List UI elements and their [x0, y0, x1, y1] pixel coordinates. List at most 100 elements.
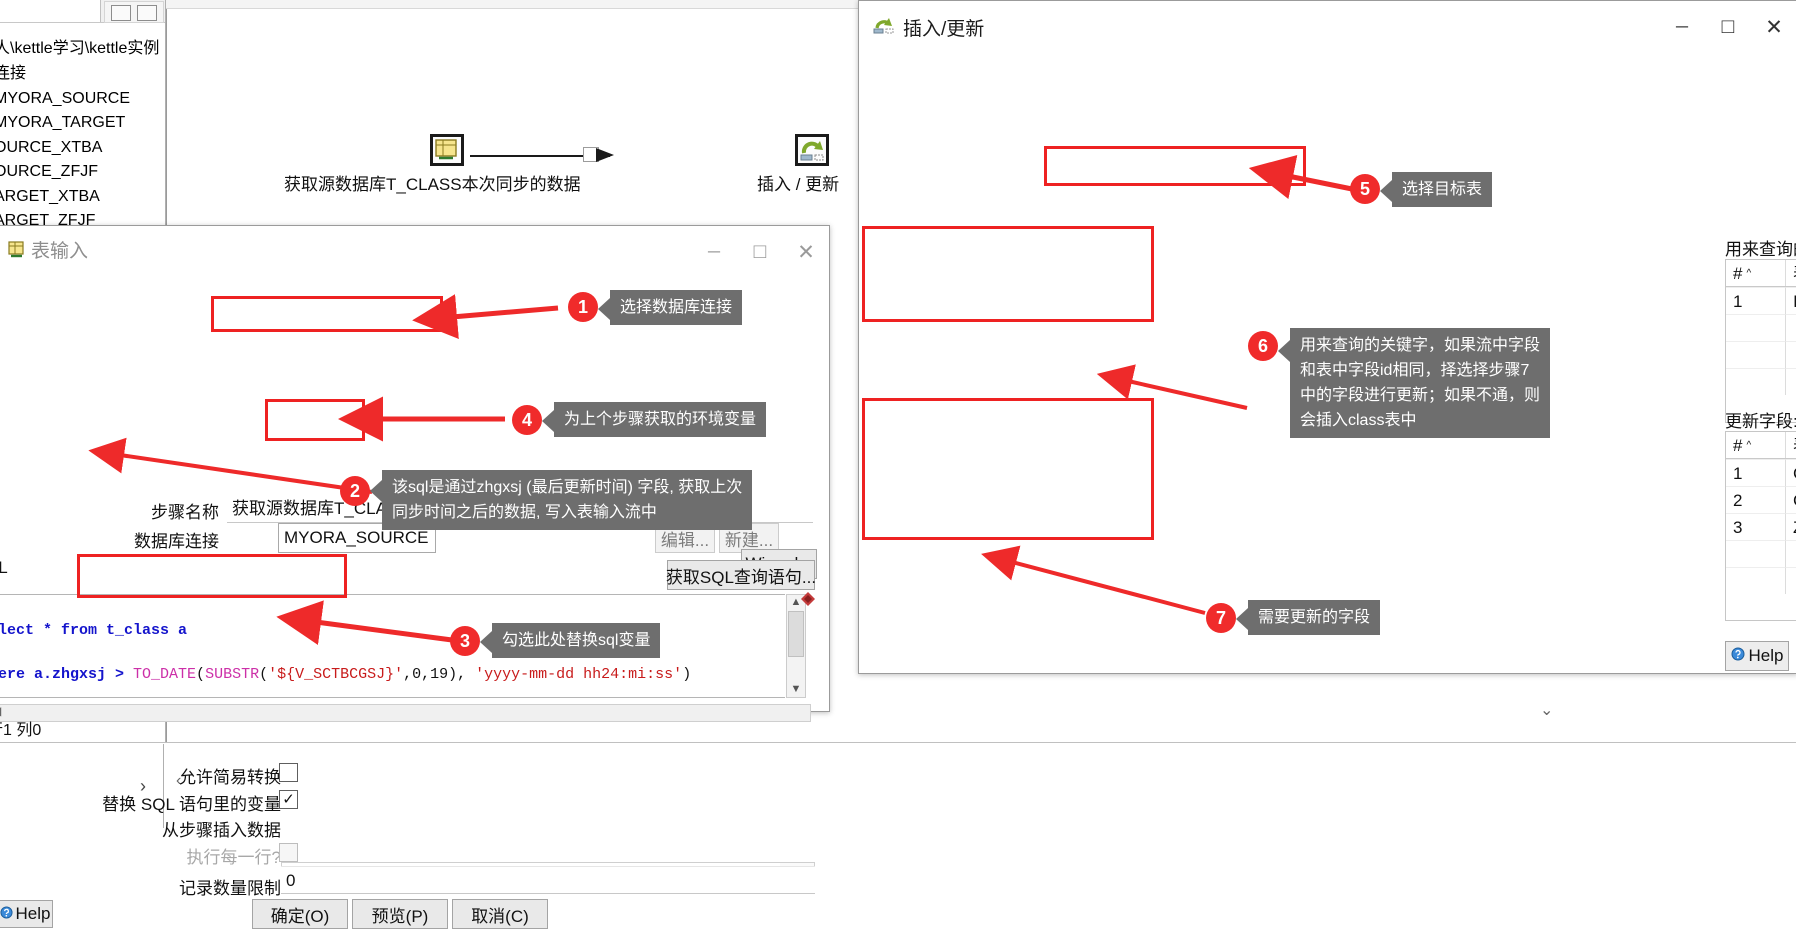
canvas-scroll-down-icon[interactable]: ⌄	[1540, 700, 1553, 720]
iu-keys-col-index[interactable]: # ^	[1726, 260, 1786, 286]
iu-keys-caption: 用来查询的关键字:	[1725, 240, 1796, 259]
iu-keys-r2-index	[1726, 314, 1786, 341]
ti-help-button[interactable]: Help	[0, 900, 53, 928]
iu-upd-r3-table-field[interactable]: ZHGXSJ	[1786, 513, 1796, 540]
minimize-button[interactable]: ─	[1659, 1, 1705, 53]
tooltip-arrow-icon	[1380, 180, 1392, 202]
ti-exec-each-row-checkbox	[279, 843, 298, 862]
ti-limit-label: 记录数量限制	[179, 879, 281, 898]
annotation-tooltip-3-text: 勾选此处替换sql变量	[492, 623, 661, 658]
table-row[interactable]	[1726, 368, 1796, 395]
ti-connection-label: 数据库连接	[134, 532, 219, 551]
table-row[interactable]: 3 ZHGXSJ ZHGXSJ Y	[1726, 513, 1796, 540]
table-row[interactable]	[1726, 540, 1796, 567]
canvas-node-table-input-icon[interactable]	[430, 134, 464, 166]
table-header-row: #^ 表字段 流字段 更新	[1726, 432, 1796, 459]
iu-help-button[interactable]: Help	[1725, 641, 1789, 671]
iu-update-table[interactable]: #^ 表字段 流字段 更新 1 CLASS CLASS Y 2 CJSJ CJS…	[1725, 431, 1796, 621]
ti-connection-value: MYORA_SOURCE	[284, 528, 429, 547]
iu-upd-r2-table-field[interactable]: CJSJ	[1786, 486, 1796, 513]
ti-get-sql-button[interactable]: 获取SQL查询语句...	[666, 560, 816, 590]
table-input-window-buttons: ─ □ ✕	[691, 226, 829, 278]
iu-keys-r3-index	[1726, 341, 1786, 368]
tooltip-arrow-icon	[598, 298, 610, 320]
annotation-badge-1: 1	[568, 292, 598, 322]
ti-cursor-status: 行1 列0	[0, 722, 42, 739]
annotation-badge-4: 4	[512, 405, 542, 435]
annotation-tooltip-6-text: 用来查询的关键字，如果流中字段 和表中字段id相同，择选择步骤7 中的字段进行更…	[1290, 328, 1551, 438]
tree-item-target-xtba[interactable]: ARGET_XTBA	[0, 186, 174, 208]
iu-keys-r3-table-field[interactable]	[1786, 341, 1796, 368]
ti-allow-lazy-label: 允许简易转换	[179, 768, 281, 787]
ti-exec-each-row-label: 执行每一行?	[186, 848, 281, 867]
iu-keys-r4-table-field[interactable]	[1786, 368, 1796, 395]
table-row[interactable]: 1 CLASS CLASS Y	[1726, 459, 1796, 486]
table-row[interactable]	[1726, 314, 1796, 341]
ti-insert-from-step-label: 从步骤插入数据	[162, 821, 281, 840]
tree-item-connections[interactable]: 连接	[0, 63, 174, 85]
iu-upd-r2-index: 2	[1726, 486, 1786, 513]
iu-keys-r1-table-field[interactable]: ID	[1786, 287, 1796, 314]
ti-replace-vars-checkbox[interactable]: ✓	[279, 790, 298, 809]
tooltip-arrow-icon	[1236, 608, 1248, 630]
tree-item-source-xtba[interactable]: OURCE_XTBA	[0, 137, 174, 159]
scroll-down-icon[interactable]: ▼	[787, 683, 805, 695]
tree-item-myora-source[interactable]: MYORA_SOURCE	[0, 88, 174, 110]
ti-limit-input[interactable]: 0	[281, 866, 815, 894]
iu-upd-r4-table-field[interactable]	[1786, 540, 1796, 567]
table-row[interactable]: 2 CJSJ CJSJ Y	[1726, 486, 1796, 513]
annotation-tooltip-6: 用来查询的关键字，如果流中字段 和表中字段id相同，择选择步骤7 中的字段进行更…	[1278, 328, 1551, 438]
iu-keys-r2-table-field[interactable]	[1786, 314, 1796, 341]
ti-ok-button[interactable]: 确定(O)	[252, 899, 348, 929]
canvas-node-insert-update-label: 插入 / 更新	[757, 175, 840, 194]
ti-allow-lazy-checkbox[interactable]	[279, 763, 298, 782]
tooltip-arrow-icon	[370, 480, 382, 502]
table-row[interactable]: 1 ID = ID	[1726, 287, 1796, 314]
table-input-icon	[7, 240, 29, 260]
tree-tool-icon-1[interactable]	[111, 5, 131, 21]
iu-target-table-label: 目标表	[1739, 155, 1796, 180]
tree-item-path[interactable]: 人\kettle学习\kettle实例	[0, 38, 174, 60]
iu-upd-r5-table-field[interactable]	[1786, 567, 1796, 594]
table-input-titlebar: 表输入 ─ □ ✕	[0, 226, 829, 278]
tree-item-myora-target[interactable]: MYORA_TARGET	[0, 112, 174, 134]
tree-item-source-zfjf[interactable]: OURCE_ZFJF	[0, 161, 174, 183]
iu-target-schema-label: 目标模式	[1739, 121, 1796, 146]
insert-update-icon	[873, 16, 895, 36]
tooltip-arrow-icon	[1278, 340, 1290, 362]
annotation-tooltip-2: 该sql是通过zhgxsj (最后更新时间) 字段, 获取上次 同步时间之后的数…	[370, 470, 753, 530]
iu-upd-col-index[interactable]: # ^	[1726, 432, 1786, 458]
ti-cancel-button[interactable]: 取消(C)	[452, 899, 548, 929]
iu-keys-table[interactable]: #^ 表字段 比较符 流里的字段1 流里的字段2 1 ID = ID	[1725, 259, 1796, 423]
tree-toolbar[interactable]	[104, 1, 164, 23]
ti-sql-line2: here a.zhgxsj > TO_DATE(SUBSTR('${V_SCTB…	[0, 666, 692, 683]
iu-upd-col-table-field[interactable]: 表字段	[1786, 432, 1796, 458]
maximize-button[interactable]: □	[737, 226, 783, 278]
close-button[interactable]: ✕	[783, 226, 829, 278]
ti-sql-editor[interactable]: elect * from t_class a here a.zhgxsj > T…	[0, 594, 785, 698]
iu-upd-r1-table-field[interactable]: CLASS	[1786, 459, 1796, 486]
canvas-node-insert-update-icon[interactable]	[795, 134, 829, 166]
ti-sql-hscrollbar[interactable]: ◀	[0, 704, 811, 722]
annotation-badge-5: 5	[1350, 174, 1380, 204]
annotation-tooltip-7: 需要更新的字段	[1236, 600, 1381, 635]
annotation-tooltip-5: 选择目标表	[1380, 172, 1493, 207]
scroll-thumb[interactable]	[788, 611, 804, 657]
tree-tool-icon-2[interactable]	[137, 5, 157, 21]
ti-sql-line1: elect * from t_class a	[0, 622, 188, 639]
annotation-tooltip-2-text: 该sql是通过zhgxsj (最后更新时间) 字段, 获取上次 同步时间之后的数…	[382, 470, 753, 530]
insert-update-titlebar: 插入/更新 ─ □ ✕	[859, 1, 1796, 53]
ti-preview-button[interactable]: 预览(P)	[352, 899, 448, 929]
table-row[interactable]	[1726, 341, 1796, 368]
minimize-button[interactable]: ─	[691, 226, 737, 278]
help-icon	[1731, 646, 1745, 666]
maximize-button[interactable]: □	[1705, 1, 1751, 53]
iu-connection-label: 数据库连接	[1739, 89, 1796, 114]
canvas-node-table-input-label: 获取源数据库T_CLASS本次同步的数据	[284, 175, 581, 194]
ti-sql-variable-icon	[801, 592, 815, 610]
table-row[interactable]	[1726, 567, 1796, 594]
tree-tab-view[interactable]	[0, 0, 101, 22]
close-button[interactable]: ✕	[1751, 1, 1796, 53]
iu-keys-col-table-field[interactable]: 表字段	[1786, 260, 1796, 286]
sort-asc-icon: ^	[1746, 440, 1752, 451]
